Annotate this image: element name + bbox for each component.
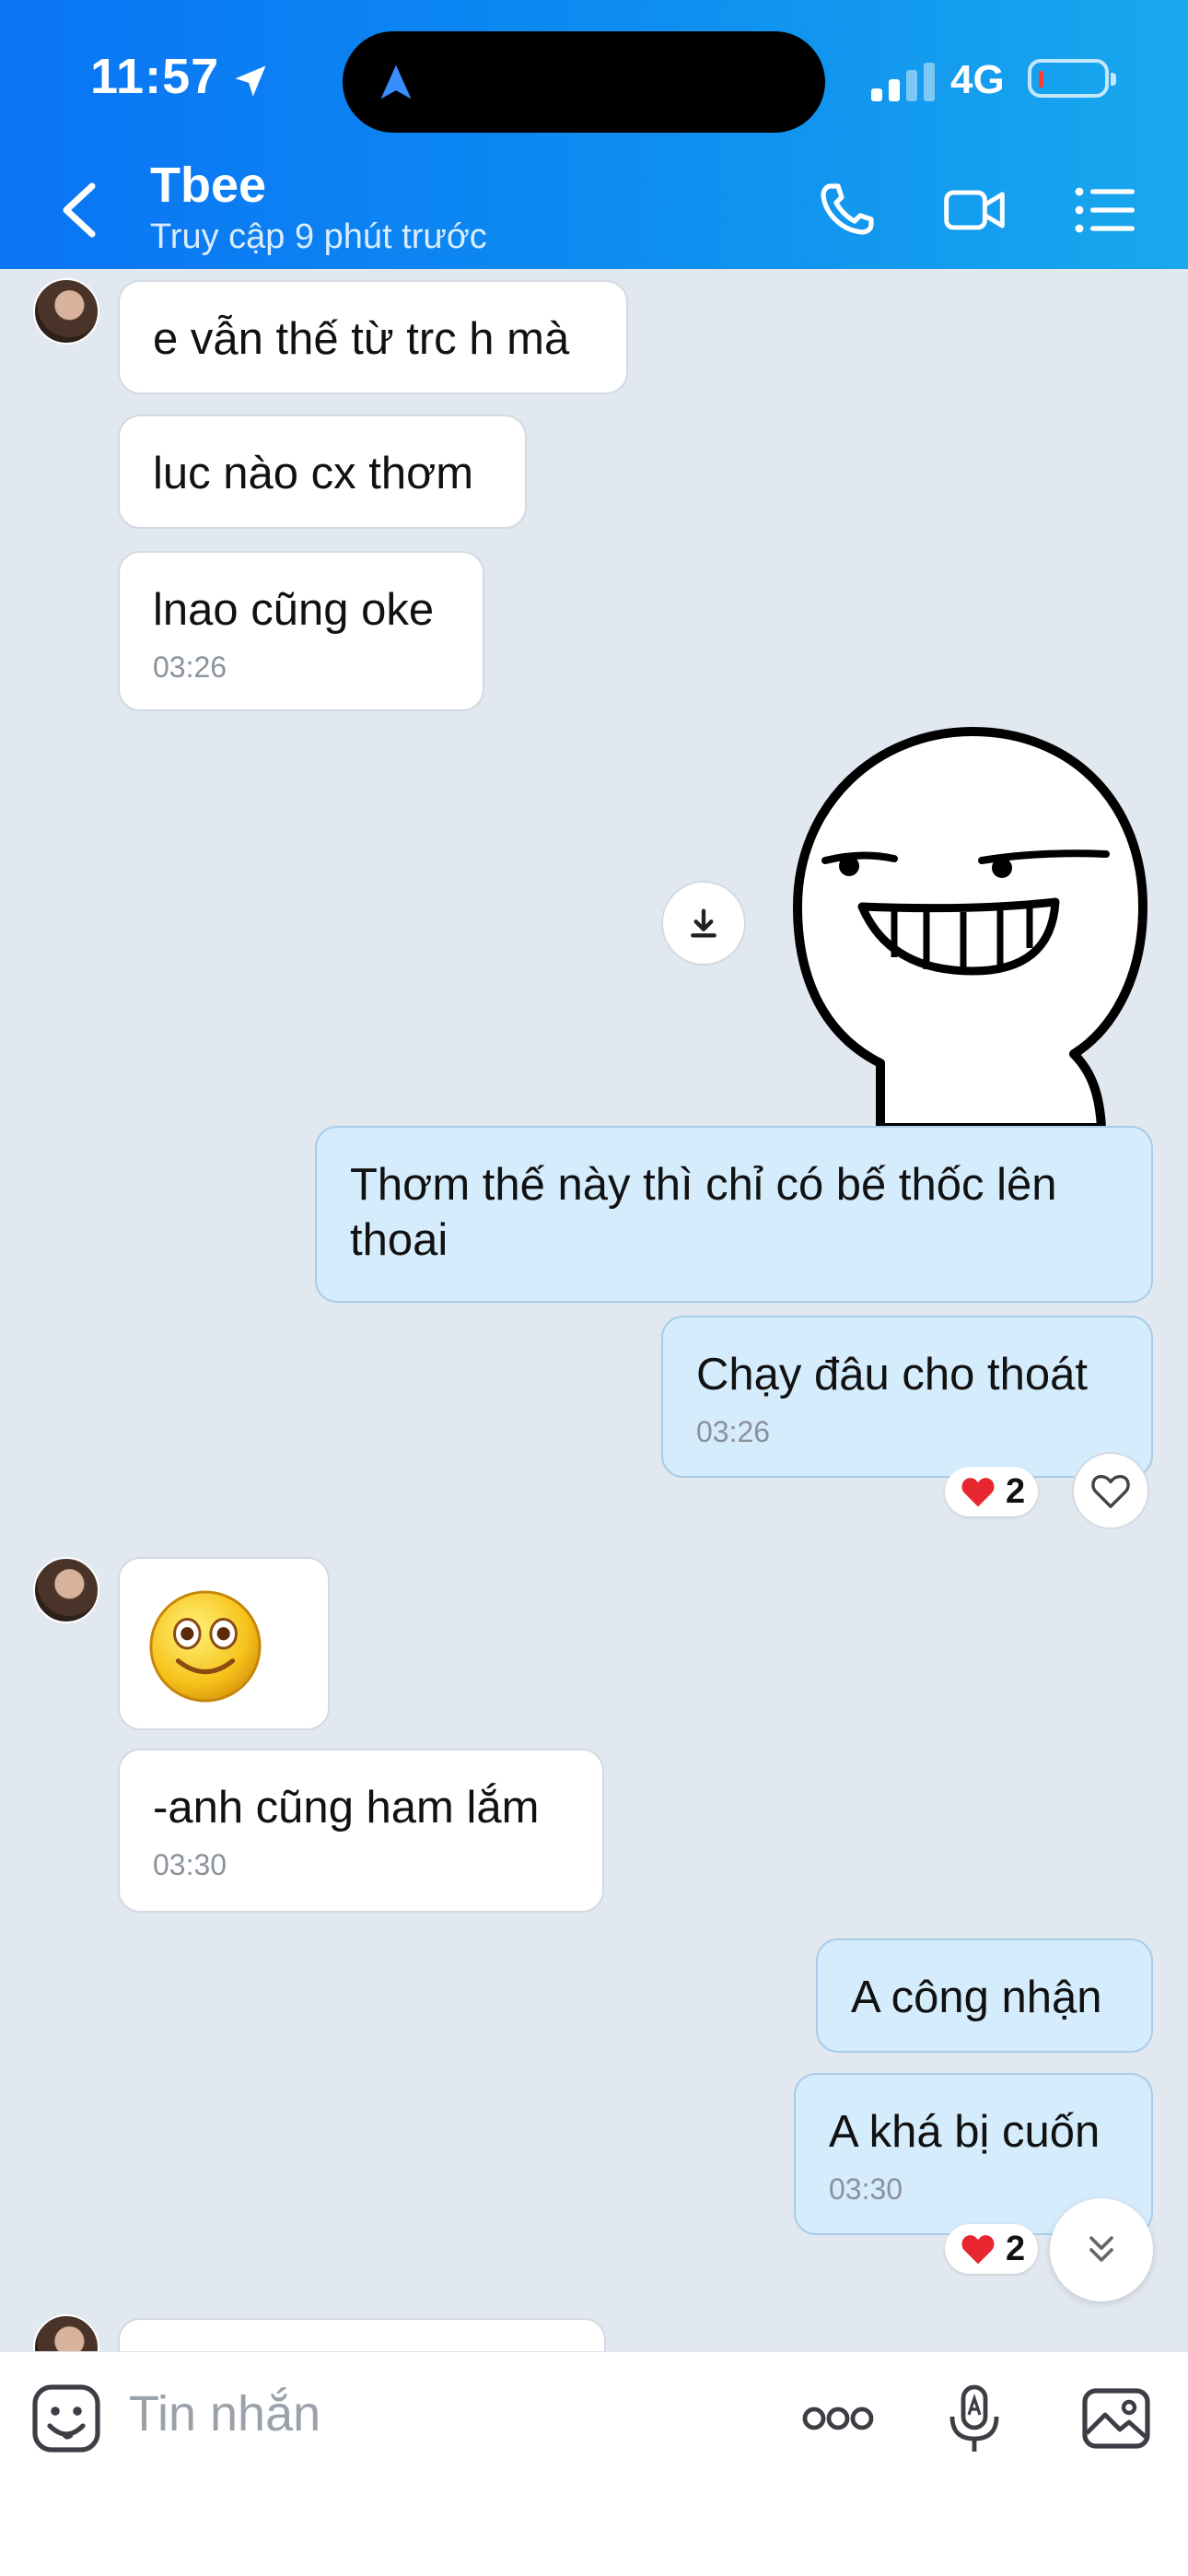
message-text: Chạy đâu cho thoát	[696, 1350, 1088, 1399]
emoji-message[interactable]	[118, 1557, 330, 1730]
message-input[interactable]: Tin nhắn	[129, 2385, 320, 2442]
message-bubble[interactable]: e vẫn thế từ trc h mà	[118, 280, 628, 394]
back-icon[interactable]	[59, 181, 99, 240]
message-text: lnao cũng oke	[153, 585, 435, 635]
phone-icon[interactable]	[816, 181, 882, 240]
avatar[interactable]	[33, 278, 99, 345]
like-button[interactable]	[1072, 1452, 1149, 1529]
contact-status: Truy cập 9 phút trước	[150, 217, 487, 256]
message-bubble[interactable]: lnao cũng oke 03:26	[118, 551, 484, 711]
message-bubble[interactable]: Chạy đâu cho thoát 03:26	[661, 1316, 1153, 1478]
message-bubble[interactable]	[118, 2318, 606, 2351]
avatar[interactable]	[33, 1557, 99, 1623]
message-bubble[interactable]: A công nhận	[816, 1938, 1153, 2053]
contact-name[interactable]: Tbee	[150, 157, 266, 214]
menu-icon[interactable]	[1072, 181, 1138, 240]
message-text: -anh cũng ham lắm	[153, 1783, 540, 1832]
sticker-face[interactable]	[788, 722, 1149, 1128]
heart-icon	[961, 2235, 995, 2265]
message-input-bar: Tin nhắn	[0, 2351, 1188, 2576]
message-time: 03:26	[696, 1415, 771, 1448]
message-bubble[interactable]: luc nào cx thơm	[118, 415, 527, 529]
message-time: 03:30	[153, 1848, 227, 1881]
heart-outline-icon	[1091, 1474, 1130, 1508]
reaction-count: 2	[1006, 1472, 1026, 1511]
reaction-count: 2	[1006, 2230, 1026, 2268]
network-type: 4G	[950, 57, 1005, 102]
chat-header: 11:57 4G Tbee Truy cập 9 phút trước	[0, 0, 1188, 269]
message-text: e vẫn thế từ trc h mà	[153, 314, 570, 364]
sticker-icon[interactable]	[29, 2382, 103, 2455]
message-text: Thơm thế này thì chỉ có bế thốc lên thoa…	[350, 1160, 1057, 1265]
message-bubble[interactable]: -anh cũng ham lắm 03:30	[118, 1749, 604, 1913]
voice-icon[interactable]	[938, 2382, 1011, 2455]
battery-icon	[1028, 59, 1116, 98]
message-text: luc nào cx thơm	[153, 449, 474, 498]
message-time: 03:30	[829, 2172, 903, 2206]
scroll-to-bottom-button[interactable]	[1050, 2198, 1153, 2301]
chevron-double-down-icon	[1089, 2236, 1113, 2262]
navigation-icon	[380, 64, 412, 100]
message-time: 03:26	[153, 650, 227, 684]
location-arrow-icon	[235, 65, 266, 97]
signal-icon	[871, 63, 935, 101]
download-icon	[691, 908, 716, 938]
more-icon[interactable]	[801, 2382, 875, 2455]
image-icon[interactable]	[1079, 2382, 1153, 2455]
message-bubble[interactable]: Thơm thế này thì chỉ có bế thốc lên thoa…	[315, 1126, 1153, 1303]
message-text: A công nhận	[851, 1973, 1102, 2022]
status-time: 11:57	[90, 49, 220, 104]
download-button[interactable]	[661, 881, 746, 966]
video-icon[interactable]	[941, 181, 1007, 240]
smiley-emoji-icon	[149, 1590, 262, 1703]
heart-icon	[961, 1478, 995, 1507]
message-text: A khá bị cuốn	[829, 2107, 1101, 2157]
reaction-badge[interactable]: 2	[945, 2224, 1039, 2274]
reaction-badge[interactable]: 2	[945, 1467, 1039, 1516]
avatar[interactable]	[33, 2314, 99, 2351]
message-list[interactable]: e vẫn thế từ trc h mà luc nào cx thơm ln…	[0, 269, 1188, 2351]
